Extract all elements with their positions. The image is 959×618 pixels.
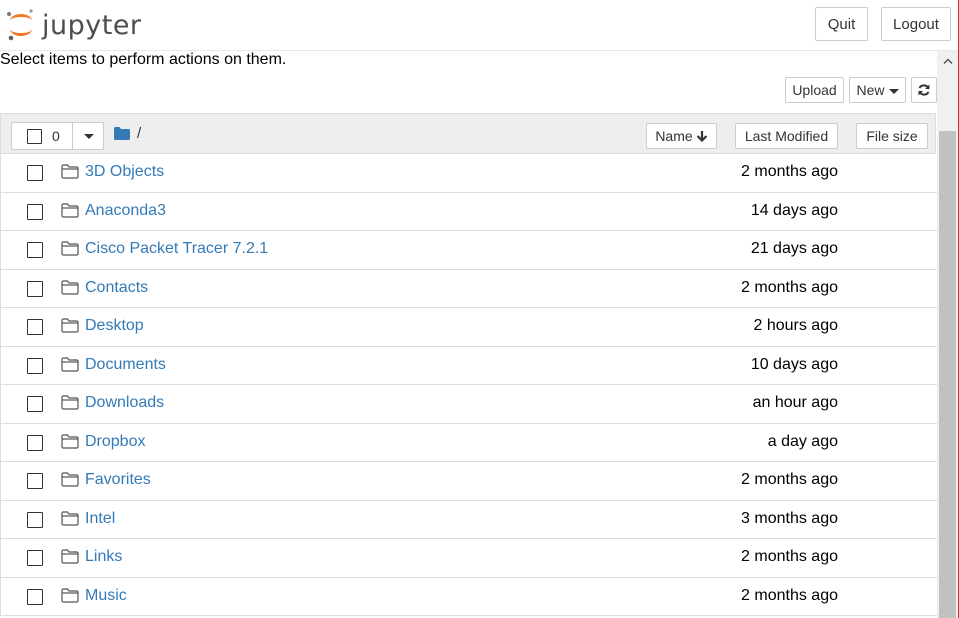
- file-list: 3D Objects 2 months ago Anaconda3 14 days a…: [0, 154, 937, 616]
- item-last-modified: 21 days ago: [750, 240, 838, 257]
- folder-icon: [61, 202, 79, 218]
- folder-icon: [61, 510, 79, 526]
- scrollbar[interactable]: [937, 51, 958, 618]
- list-item[interactable]: Downloads an hour ago: [0, 385, 937, 424]
- item-name-link[interactable]: Cisco Packet Tracer 7.2.1: [85, 240, 268, 258]
- list-item[interactable]: Desktop 2 hours ago: [0, 308, 937, 347]
- item-checkbox[interactable]: [27, 588, 43, 605]
- item-name-link[interactable]: Favorites: [85, 471, 151, 489]
- list-item[interactable]: Dropbox a day ago: [0, 423, 937, 462]
- upload-button[interactable]: Upload: [785, 77, 844, 103]
- folder-icon: [61, 395, 79, 410]
- new-label: New: [856, 82, 885, 98]
- item-last-modified: 3 months ago: [741, 509, 838, 527]
- select-dropdown-button[interactable]: [73, 123, 104, 149]
- item-last-modified: 2 months ago: [741, 471, 838, 488]
- new-dropdown-button[interactable]: New: [849, 77, 906, 103]
- list-item[interactable]: Documents 10 days ago: [0, 346, 937, 385]
- list-item[interactable]: Intel 3 months ago: [0, 500, 937, 539]
- refresh-icon: [918, 84, 930, 96]
- caret-down-icon: [888, 88, 899, 94]
- item-last-modified: a day ago: [767, 432, 838, 450]
- logout-button[interactable]: Logout: [881, 7, 951, 41]
- item-last-modified: 10 days ago: [750, 355, 838, 373]
- item-name-link[interactable]: Downloads: [85, 394, 164, 412]
- item-last-modified: 2 hours ago: [753, 317, 838, 334]
- logo-text: jupyter: [42, 10, 142, 41]
- item-checkbox[interactable]: [27, 203, 43, 220]
- item-last-modified: an hour ago: [752, 394, 838, 411]
- jupyter-logo-icon: [7, 9, 33, 41]
- item-last-modified: 14 days ago: [750, 201, 838, 219]
- item-name-link[interactable]: Desktop: [85, 317, 144, 335]
- item-checkbox[interactable]: [27, 242, 43, 258]
- item-last-modified: 2 months ago: [741, 548, 838, 565]
- item-checkbox[interactable]: [27, 357, 43, 374]
- folder-icon: [61, 164, 79, 179]
- list-item[interactable]: Favorites 2 months ago: [0, 462, 937, 501]
- breadcrumb: /: [114, 125, 141, 142]
- intro-text: Select items to perform actions on them.: [0, 51, 287, 68]
- list-item[interactable]: Links 2 months ago: [0, 539, 937, 578]
- item-checkbox[interactable]: [27, 319, 43, 335]
- item-name-link[interactable]: Intel: [85, 510, 115, 528]
- scroll-thumb[interactable]: [939, 131, 956, 618]
- item-checkbox[interactable]: [27, 396, 43, 412]
- item-name-link[interactable]: Music: [85, 587, 127, 605]
- folder-icon: [61, 472, 79, 487]
- breadcrumb-separator: /: [137, 125, 142, 142]
- list-item[interactable]: Cisco Packet Tracer 7.2.1 21 days ago: [0, 231, 937, 270]
- list-header: 0 / Name Last Modified File size: [0, 113, 936, 154]
- item-name-link[interactable]: Documents: [85, 356, 166, 374]
- folder-icon: [61, 433, 79, 449]
- list-item[interactable]: 3D Objects 2 months ago: [0, 154, 937, 193]
- arrow-down-icon: [696, 131, 707, 142]
- jupyter-logo[interactable]: jupyter: [6, 8, 146, 42]
- item-last-modified: 2 months ago: [741, 163, 838, 180]
- item-checkbox[interactable]: [27, 511, 43, 528]
- header: jupyter Quit Logout: [0, 0, 958, 51]
- item-name-link[interactable]: Contacts: [85, 279, 148, 297]
- item-name-link[interactable]: Dropbox: [85, 433, 145, 451]
- folder-icon: [61, 549, 79, 564]
- item-name-link[interactable]: Anaconda3: [85, 202, 166, 220]
- refresh-button[interactable]: [911, 77, 937, 103]
- select-all-group: 0: [11, 122, 104, 150]
- item-last-modified: 2 months ago: [741, 586, 838, 604]
- item-name-link[interactable]: 3D Objects: [85, 163, 164, 181]
- sort-file-size-button[interactable]: File size: [856, 123, 928, 149]
- sort-last-modified-button[interactable]: Last Modified: [735, 123, 838, 149]
- scroll-up-arrow-icon[interactable]: [937, 51, 958, 71]
- item-checkbox[interactable]: [27, 434, 43, 451]
- list-item[interactable]: Music 2 months ago: [0, 577, 937, 616]
- folder-icon: [61, 241, 79, 256]
- selected-count: 0: [52, 128, 60, 144]
- folder-icon: [61, 318, 79, 333]
- item-last-modified: 2 months ago: [741, 278, 838, 296]
- folder-icon: [61, 279, 79, 295]
- list-item[interactable]: Anaconda3 14 days ago: [0, 192, 937, 231]
- folder-icon: [61, 587, 79, 603]
- quit-button[interactable]: Quit: [815, 7, 868, 41]
- select-all-checkbox[interactable]: [27, 129, 42, 144]
- sort-name-button[interactable]: Name: [646, 123, 717, 149]
- folder-home-icon[interactable]: [114, 127, 130, 140]
- caret-down-icon: [83, 133, 94, 139]
- item-checkbox[interactable]: [27, 550, 43, 566]
- sort-name-label: Name: [655, 128, 693, 144]
- item-name-link[interactable]: Links: [85, 548, 122, 566]
- list-item[interactable]: Contacts 2 months ago: [0, 269, 937, 308]
- item-checkbox[interactable]: [27, 165, 43, 181]
- item-checkbox[interactable]: [27, 473, 43, 489]
- item-checkbox[interactable]: [27, 280, 43, 297]
- folder-icon: [61, 356, 79, 372]
